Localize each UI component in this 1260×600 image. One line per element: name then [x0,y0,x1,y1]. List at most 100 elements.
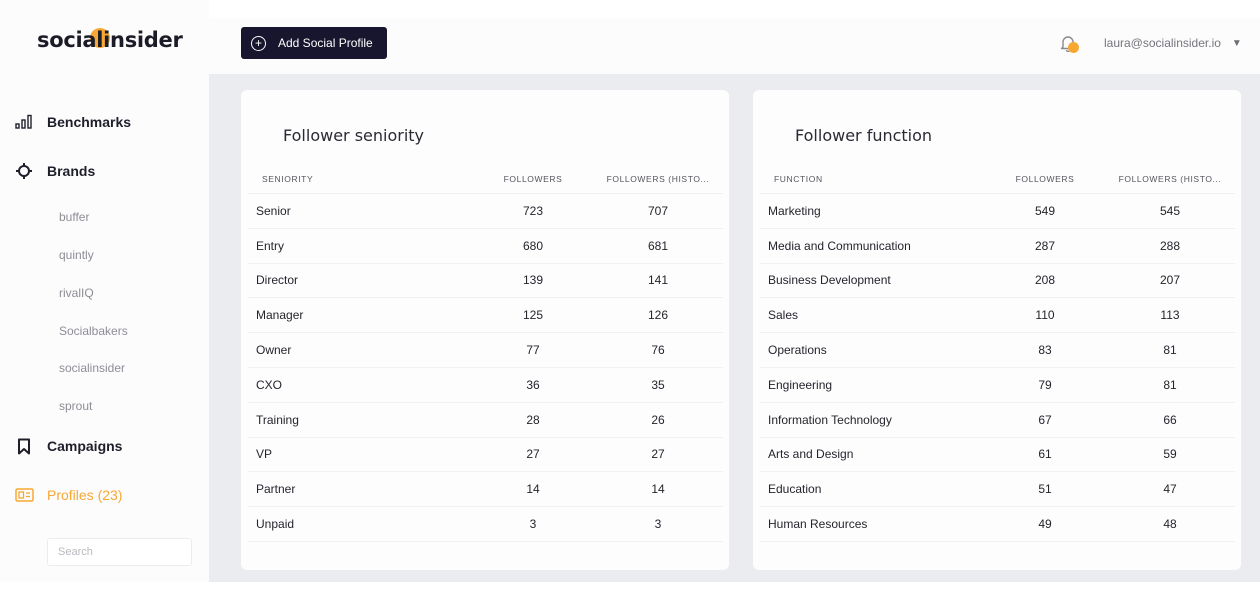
table-row: Business Development 208 207 [760,264,1235,299]
table-row: CXO 36 35 [248,368,723,403]
column-header[interactable]: FOLLOWERS [473,174,593,184]
column-header[interactable]: FOLLOWERS [985,174,1105,184]
id-card-icon [14,485,34,505]
followers-value: 680 [522,238,544,253]
sidebar-item-label: Campaigns [47,438,123,454]
function-card: Follower function FUNCTION FOLLOWERS FOL… [753,90,1241,570]
row-label: Entry [256,238,285,253]
notification-badge [1068,42,1079,53]
followers-value: 3 [529,517,537,532]
sidebar: socialinsider Benchmarks Brands buffer q… [0,0,209,582]
brand-item-socialinsider[interactable]: socialinsider [59,361,125,375]
row-label: Business Development [768,273,891,288]
plus-circle-icon: + [251,35,266,51]
column-header[interactable]: FOLLOWERS (HISTO... [593,174,723,184]
followers-value: 83 [1038,343,1052,358]
brand-item-rivaliq[interactable]: rivalIQ [59,286,94,300]
logo[interactable]: socialinsider [37,28,183,52]
table-row: Operations 83 81 [760,333,1235,368]
table-row: VP 27 27 [248,438,723,473]
topbar: + Add Social Profile laura@socialinsider… [209,18,1260,74]
table-row: Engineering 79 81 [760,368,1235,403]
followers-historic-value: 81 [1163,377,1177,392]
chevron-down-icon: ▼ [1231,37,1242,49]
brand-item-socialbakers[interactable]: Socialbakers [59,324,128,338]
add-social-profile-button[interactable]: + Add Social Profile [241,27,387,59]
followers-value: 49 [1038,517,1052,532]
card-title: Follower function [795,126,933,145]
sidebar-item-label: Brands [47,163,96,179]
followers-historic-value: 113 [1160,308,1180,323]
followers-historic-value: 59 [1163,447,1177,462]
followers-value: 77 [526,343,540,358]
table-row: Owner 77 76 [248,333,723,368]
table-row: Arts and Design 61 59 [760,438,1235,473]
followers-value: 208 [1034,273,1056,288]
row-label: CXO [256,377,283,392]
followers-value: 110 [1035,308,1055,323]
sidebar-item-label: Benchmarks [47,114,132,130]
followers-historic-value: 48 [1163,517,1177,532]
followers-value: 51 [1038,482,1052,497]
sidebar-item-campaigns[interactable]: Campaigns [14,434,122,458]
column-header[interactable]: FUNCTION [760,174,985,184]
followers-historic-value: 81 [1163,343,1177,358]
row-label: Information Technology [768,412,892,427]
followers-value: 14 [526,482,540,497]
table-row: Information Technology 67 66 [760,403,1235,438]
followers-historic-value: 288 [1159,238,1181,253]
row-label: Operations [768,343,827,358]
table-row: Sales 110 113 [760,298,1235,334]
row-label: Training [256,412,299,427]
search-input[interactable] [47,538,192,566]
brand-item-buffer[interactable]: buffer [59,210,89,224]
row-label: Director [256,273,299,288]
brand-item-quintly[interactable]: quintly [59,248,94,262]
bookmark-icon [14,436,34,456]
user-email: laura@socialinsider.io [1104,36,1221,50]
column-header[interactable]: SENIORITY [248,174,473,184]
sidebar-item-profiles[interactable]: Profiles (23) [14,483,122,507]
followers-value: 36 [526,377,540,392]
brand-item-sprout[interactable]: sprout [59,399,92,413]
row-label: VP [256,447,273,462]
followers-value: 723 [522,203,544,218]
table-row: Director 139 141 [248,264,723,299]
table-row: Partner 14 14 [248,472,723,508]
followers-historic-value: 3 [654,517,662,532]
followers-historic-value: 76 [651,343,665,358]
notifications-button[interactable] [1059,34,1081,56]
followers-historic-value: 141 [647,273,669,288]
sidebar-item-benchmarks[interactable]: Benchmarks [14,110,131,134]
crosshair-icon [14,161,34,181]
followers-value: 139 [522,273,544,288]
followers-historic-value: 66 [1163,412,1177,427]
bar-chart-icon [14,112,34,132]
user-menu[interactable]: laura@socialinsider.io ▼ [1104,36,1242,50]
column-header[interactable]: FOLLOWERS (HISTO... [1105,174,1235,184]
table-row: Senior 723 707 [248,194,723,229]
seniority-card: Follower seniority SENIORITY FOLLOWERS F… [241,90,729,570]
followers-historic-value: 47 [1163,482,1177,497]
sidebar-item-brands[interactable]: Brands [14,159,95,183]
row-label: Marketing [768,203,821,218]
table-header: FUNCTION FOLLOWERS FOLLOWERS (HISTO... [760,165,1235,194]
table-header: SENIORITY FOLLOWERS FOLLOWERS (HISTO... [248,165,723,194]
card-title: Follower seniority [283,126,425,145]
row-label: Senior [256,203,291,218]
table-row: Unpaid 3 3 [248,507,723,542]
main-content: Follower seniority SENIORITY FOLLOWERS F… [209,74,1260,582]
table-row: Media and Communication 287 288 [760,229,1235,264]
followers-historic-value: 27 [651,447,665,462]
followers-historic-value: 681 [647,238,669,253]
row-label: Arts and Design [768,447,854,462]
sidebar-item-label: Profiles (23) [47,487,123,503]
followers-historic-value: 545 [1159,203,1181,218]
followers-value: 67 [1038,412,1052,427]
function-table: FUNCTION FOLLOWERS FOLLOWERS (HISTO... M… [760,165,1235,542]
followers-value: 61 [1038,447,1052,462]
row-label: Sales [768,308,799,323]
row-label: Partner [256,482,296,497]
seniority-table: SENIORITY FOLLOWERS FOLLOWERS (HISTO... … [248,165,723,542]
followers-value: 27 [526,447,540,462]
